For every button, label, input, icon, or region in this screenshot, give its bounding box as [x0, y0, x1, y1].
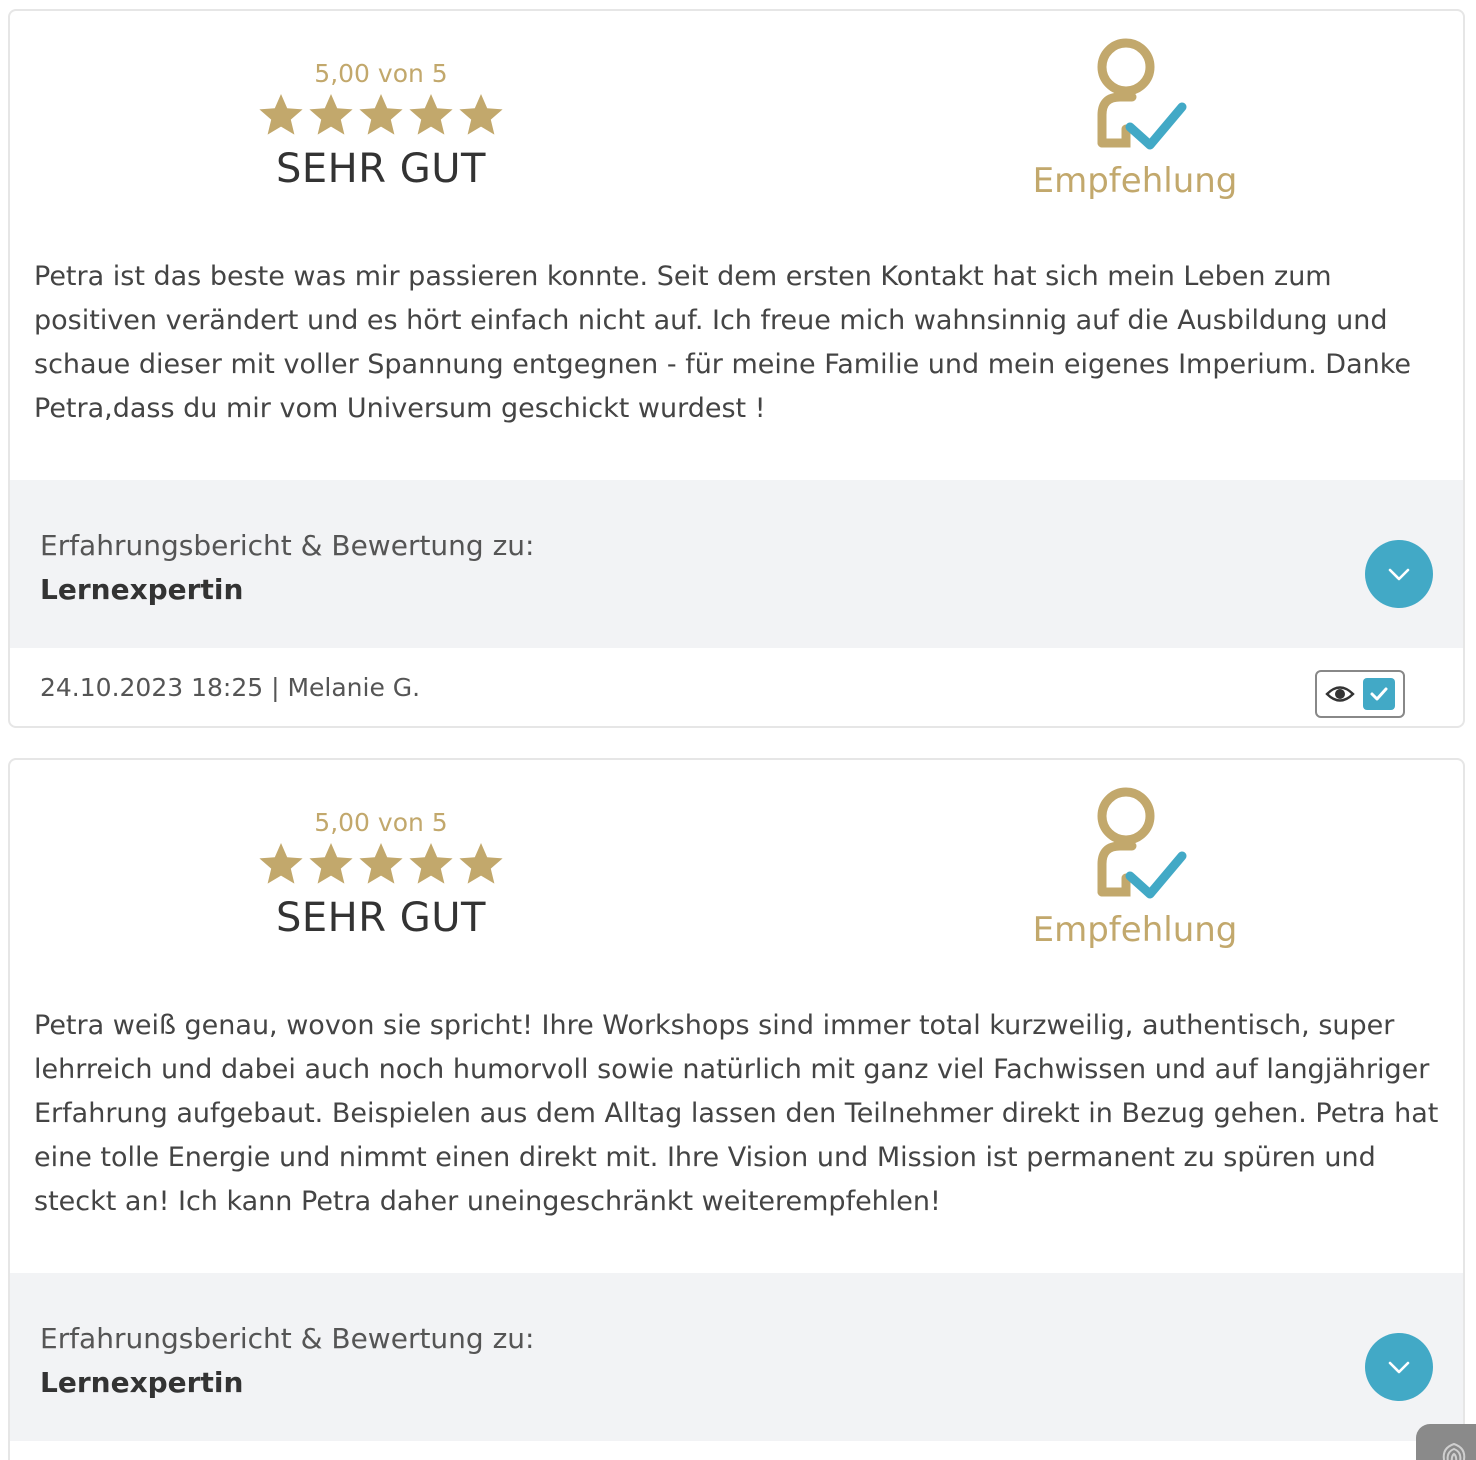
floating-widget-button[interactable] — [1416, 1424, 1476, 1460]
star-icon — [457, 91, 505, 139]
star-icon — [257, 91, 305, 139]
about-product: Lernexpertin — [40, 573, 244, 606]
review-date-author: 24.10.2023 18:25 | Melanie G. — [40, 673, 421, 702]
star-icon — [307, 91, 355, 139]
eye-icon — [1325, 683, 1355, 705]
star-icon — [257, 840, 305, 888]
recommendation-label: Empfehlung — [1032, 910, 1238, 950]
recommendation-label: Empfehlung — [1032, 161, 1238, 201]
review-text: Petra weiß genau, wovon sie spricht! Ihr… — [34, 1010, 1439, 1217]
recommendation-block: Empfehlung — [1030, 784, 1240, 952]
rating-verdict: SEHR GUT — [276, 146, 486, 192]
review-card: 5,00 von 5 SEHR GUT Empfehlung Petra ist… — [8, 9, 1465, 728]
review-about-bar: Erfahrungsbericht & Bewertung zu: Lernex… — [10, 480, 1463, 648]
star-icon — [357, 840, 405, 888]
review-about-bar: Erfahrungsbericht & Bewertung zu: Lernex… — [10, 1273, 1463, 1441]
star-icon — [457, 840, 505, 888]
review-meta: 24.10.2023 18:25 | Melanie G. — [10, 648, 1463, 726]
verified-status[interactable] — [1315, 670, 1405, 718]
about-label: Erfahrungsbericht & Bewertung zu: — [40, 529, 535, 562]
user-check-icon — [1080, 35, 1190, 155]
rating-score: 5,00 von 5 — [314, 808, 448, 837]
chevron-down-icon — [1388, 1361, 1410, 1374]
about-label: Erfahrungsbericht & Bewertung zu: — [40, 1322, 535, 1355]
about-product: Lernexpertin — [40, 1366, 244, 1399]
expand-button[interactable] — [1365, 1333, 1433, 1401]
fingerprint-icon — [1442, 1442, 1466, 1460]
star-icon — [407, 840, 455, 888]
review-text: Petra ist das beste was mir passieren ko… — [34, 261, 1412, 424]
chevron-down-icon — [1388, 568, 1410, 581]
star-rating — [250, 89, 512, 141]
rating-summary: 5,00 von 5 SEHR GUT — [250, 808, 512, 944]
recommendation-block: Empfehlung — [1030, 35, 1240, 203]
rating-verdict: SEHR GUT — [276, 895, 486, 941]
review-card: 5,00 von 5 SEHR GUT Empfehlung Petra wei… — [8, 758, 1465, 1460]
star-rating — [250, 838, 512, 890]
check-icon — [1363, 678, 1395, 710]
rating-summary: 5,00 von 5 SEHR GUT — [250, 59, 512, 195]
star-icon — [407, 91, 455, 139]
star-icon — [357, 91, 405, 139]
user-check-icon — [1080, 784, 1190, 904]
star-icon — [307, 840, 355, 888]
rating-score: 5,00 von 5 — [314, 59, 448, 88]
expand-button[interactable] — [1365, 540, 1433, 608]
